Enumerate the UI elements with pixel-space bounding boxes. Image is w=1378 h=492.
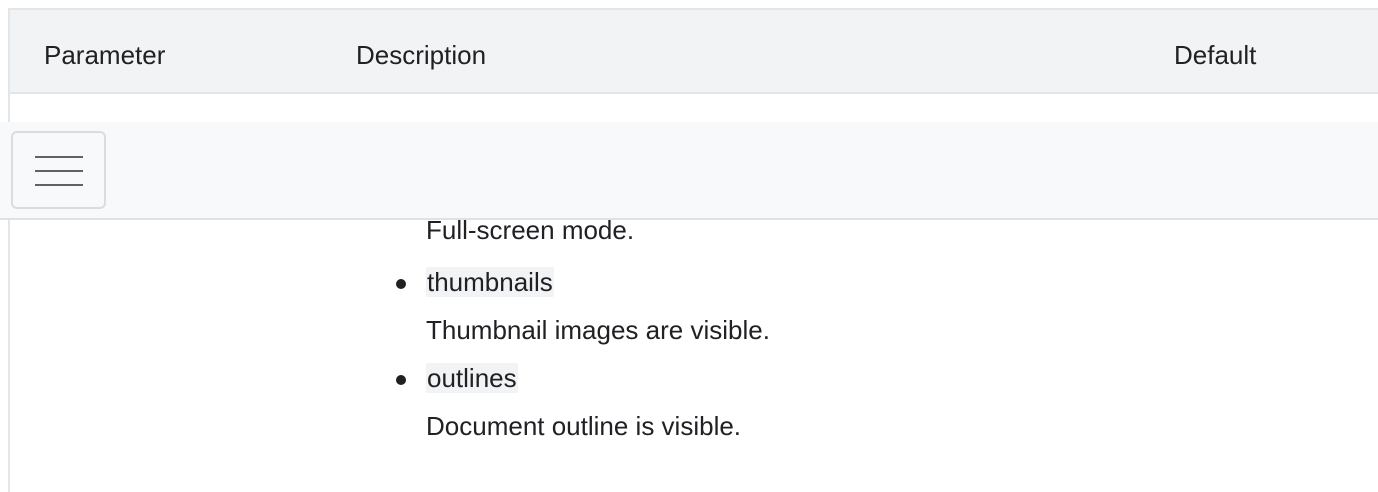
header-parameter: Parameter <box>44 40 166 70</box>
hamburger-menu-icon <box>35 156 83 186</box>
code-thumbnails: thumbnails <box>426 267 554 297</box>
header-description: Description <box>356 40 487 70</box>
bullet-icon <box>396 375 406 385</box>
bullet-icon <box>396 279 406 289</box>
option-code: outlines <box>426 362 518 394</box>
code-outlines: outlines <box>426 363 518 393</box>
menu-button[interactable] <box>11 131 106 209</box>
table-header-row: Parameter Description Default <box>10 10 1378 94</box>
header-default: Default <box>1174 40 1257 70</box>
option-description: Document outline is visible. <box>426 411 742 441</box>
page: Parameter Description Default Full-scree… <box>0 0 1378 492</box>
option-description: Thumbnail images are visible. <box>426 315 770 345</box>
option-code: thumbnails <box>426 266 554 298</box>
sticky-toolbar <box>0 122 1378 220</box>
